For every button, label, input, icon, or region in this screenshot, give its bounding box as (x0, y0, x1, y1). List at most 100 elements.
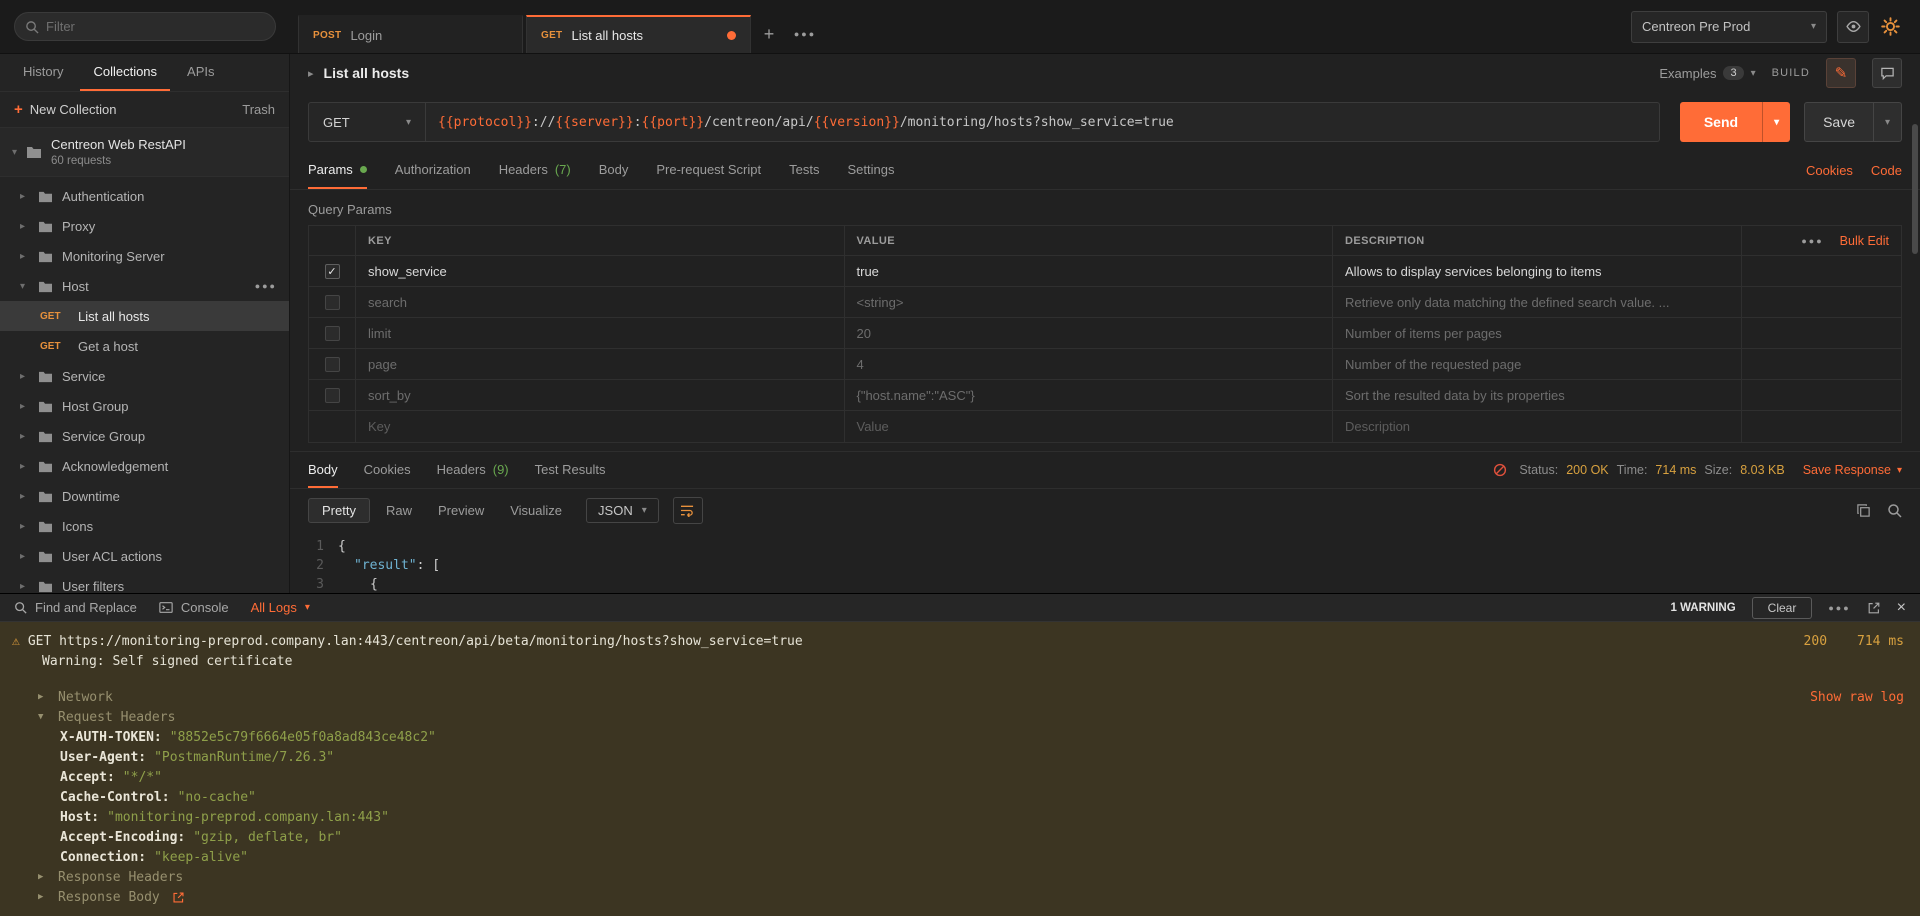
sidebar-folder-service[interactable]: ▸ Service (0, 361, 289, 391)
search-response-button[interactable] (1887, 503, 1902, 518)
open-in-new-window-button[interactable] (1867, 601, 1881, 615)
console-options-button[interactable]: ●●● (1828, 603, 1850, 613)
view-preview-button[interactable]: Preview (428, 499, 494, 522)
tab-response-body[interactable]: Body (308, 452, 338, 488)
save-response-button[interactable]: Save Response ▾ (1803, 463, 1902, 477)
tab-history[interactable]: History (10, 54, 76, 91)
param-checkbox[interactable] (325, 357, 340, 372)
param-description-cell[interactable]: Number of items per pages (1332, 318, 1741, 348)
comments-button[interactable] (1872, 58, 1902, 88)
edit-documentation-button[interactable]: ✎ (1826, 58, 1856, 88)
param-description-cell[interactable]: Retrieve only data matching the defined … (1332, 287, 1741, 317)
log-entry-request[interactable]: ⚠ GET https://monitoring-preprod.company… (0, 631, 1920, 651)
tab-headers[interactable]: Headers(7) (499, 152, 571, 189)
folder-options-button[interactable]: ●●● (255, 281, 277, 291)
param-checkbox[interactable] (325, 326, 340, 341)
show-raw-log-link[interactable]: Show raw log (1810, 690, 1920, 705)
request-tab-list-all-hosts[interactable]: GET List all hosts (526, 15, 751, 53)
close-console-button[interactable]: × (1897, 599, 1906, 617)
param-value-cell[interactable]: Value (844, 411, 1333, 442)
log-filter-dropdown[interactable]: All Logs ▾ (251, 600, 310, 615)
section-response-headers[interactable]: ▶ Response Headers (0, 867, 1920, 887)
code-link[interactable]: Code (1871, 163, 1902, 178)
copy-response-button[interactable] (1856, 503, 1871, 518)
sidebar-folder-monitoring-server[interactable]: ▸ Monitoring Server (0, 241, 289, 271)
sidebar-filter[interactable] (14, 12, 276, 41)
save-options-button[interactable]: ▾ (1873, 103, 1901, 141)
sidebar-folder-user-filters[interactable]: ▸ User filters (0, 571, 289, 593)
param-key-cell[interactable]: Key (355, 411, 844, 442)
network-warning-icon[interactable] (1493, 463, 1507, 477)
console-toggle-button[interactable]: Console (159, 600, 229, 615)
param-description-cell[interactable]: Sort the resulted data by its properties (1332, 380, 1741, 410)
bulk-edit-link[interactable]: Bulk Edit (1840, 234, 1889, 248)
url-input[interactable]: {{protocol}}://{{server}}:{{port}}/centr… (426, 102, 1660, 142)
param-description-cell[interactable]: Description (1332, 411, 1741, 442)
sidebar-folder-acknowledgement[interactable]: ▸ Acknowledgement (0, 451, 289, 481)
sidebar-folder-user-acl-actions[interactable]: ▸ User ACL actions (0, 541, 289, 571)
environment-preview-button[interactable] (1837, 11, 1869, 43)
collapse-chevron-icon[interactable]: ▸ (308, 67, 314, 80)
sidebar-folder-host[interactable]: ▾ Host ●●● (0, 271, 289, 301)
sidebar-request-get-a-host[interactable]: GET Get a host (0, 331, 289, 361)
tab-response-cookies[interactable]: Cookies (364, 452, 411, 488)
param-value-cell[interactable]: <string> (844, 287, 1333, 317)
save-button[interactable]: Save (1805, 103, 1873, 141)
trash-button[interactable]: Trash (242, 102, 275, 117)
param-key-cell[interactable]: limit (355, 318, 844, 348)
param-value-cell[interactable]: {"host.name":"ASC"} (844, 380, 1333, 410)
request-tab-login[interactable]: POST Login (298, 15, 523, 53)
tab-response-headers[interactable]: Headers(9) (437, 452, 509, 488)
method-selector[interactable]: GET ▾ (308, 102, 426, 142)
find-and-replace-button[interactable]: Find and Replace (14, 600, 137, 615)
sidebar-folder-authentication[interactable]: ▸ Authentication (0, 181, 289, 211)
tab-pre-request-script[interactable]: Pre-request Script (656, 152, 761, 189)
external-link-icon[interactable] (172, 891, 185, 904)
examples-dropdown[interactable]: Examples 3 ▾ (1659, 66, 1755, 81)
format-selector[interactable]: JSON ▾ (586, 498, 659, 523)
sidebar-folder-proxy[interactable]: ▸ Proxy (0, 211, 289, 241)
send-button[interactable]: Send (1680, 102, 1762, 142)
sidebar-request-list-all-hosts[interactable]: GET List all hosts (0, 301, 289, 331)
sidebar-folder-host-group[interactable]: ▸ Host Group (0, 391, 289, 421)
tab-settings[interactable]: Settings (847, 152, 894, 189)
param-checkbox[interactable] (325, 295, 340, 310)
tab-test-results[interactable]: Test Results (535, 452, 606, 488)
send-options-button[interactable]: ▾ (1762, 102, 1790, 142)
param-key-cell[interactable]: show_service (355, 256, 844, 286)
wrap-lines-button[interactable] (673, 497, 703, 524)
section-response-body[interactable]: ▶ Response Body (0, 887, 1920, 907)
tab-authorization[interactable]: Authorization (395, 152, 471, 189)
cookies-link[interactable]: Cookies (1806, 163, 1853, 178)
param-description-cell[interactable]: Allows to display services belonging to … (1332, 256, 1741, 286)
param-key-cell[interactable]: page (355, 349, 844, 379)
params-options-button[interactable]: ●●● (1801, 236, 1823, 246)
tab-options-button[interactable]: ●●● (787, 15, 823, 53)
param-value-cell[interactable]: true (844, 256, 1333, 286)
settings-button[interactable] (1879, 15, 1902, 38)
view-raw-button[interactable]: Raw (376, 499, 422, 522)
param-value-cell[interactable]: 20 (844, 318, 1333, 348)
section-request-headers[interactable]: ▼ Request Headers (0, 707, 1920, 727)
param-checkbox[interactable]: ✓ (325, 264, 340, 279)
new-collection-button[interactable]: + New Collection (14, 101, 116, 118)
tab-tests[interactable]: Tests (789, 152, 819, 189)
environment-selector[interactable]: Centreon Pre Prod ▾ (1631, 11, 1827, 43)
new-tab-button[interactable]: + (751, 15, 787, 53)
tab-apis[interactable]: APIs (174, 54, 227, 91)
tab-body[interactable]: Body (599, 152, 629, 189)
filter-input[interactable] (46, 19, 265, 34)
scrollbar[interactable] (1912, 124, 1918, 254)
sidebar-folder-downtime[interactable]: ▸ Downtime (0, 481, 289, 511)
clear-console-button[interactable]: Clear (1752, 597, 1813, 619)
tab-params[interactable]: Params (308, 152, 367, 189)
param-checkbox[interactable] (325, 388, 340, 403)
collection-root[interactable]: ▾ Centreon Web RestAPI 60 requests (0, 128, 289, 177)
view-visualize-button[interactable]: Visualize (500, 499, 572, 522)
param-description-cell[interactable]: Number of the requested page (1332, 349, 1741, 379)
param-value-cell[interactable]: 4 (844, 349, 1333, 379)
param-key-cell[interactable]: sort_by (355, 380, 844, 410)
response-body-editor[interactable]: 1 2 3 4 { "result": [ { "id": 174, (290, 531, 1920, 593)
param-key-cell[interactable]: search (355, 287, 844, 317)
tab-collections[interactable]: Collections (80, 54, 170, 91)
